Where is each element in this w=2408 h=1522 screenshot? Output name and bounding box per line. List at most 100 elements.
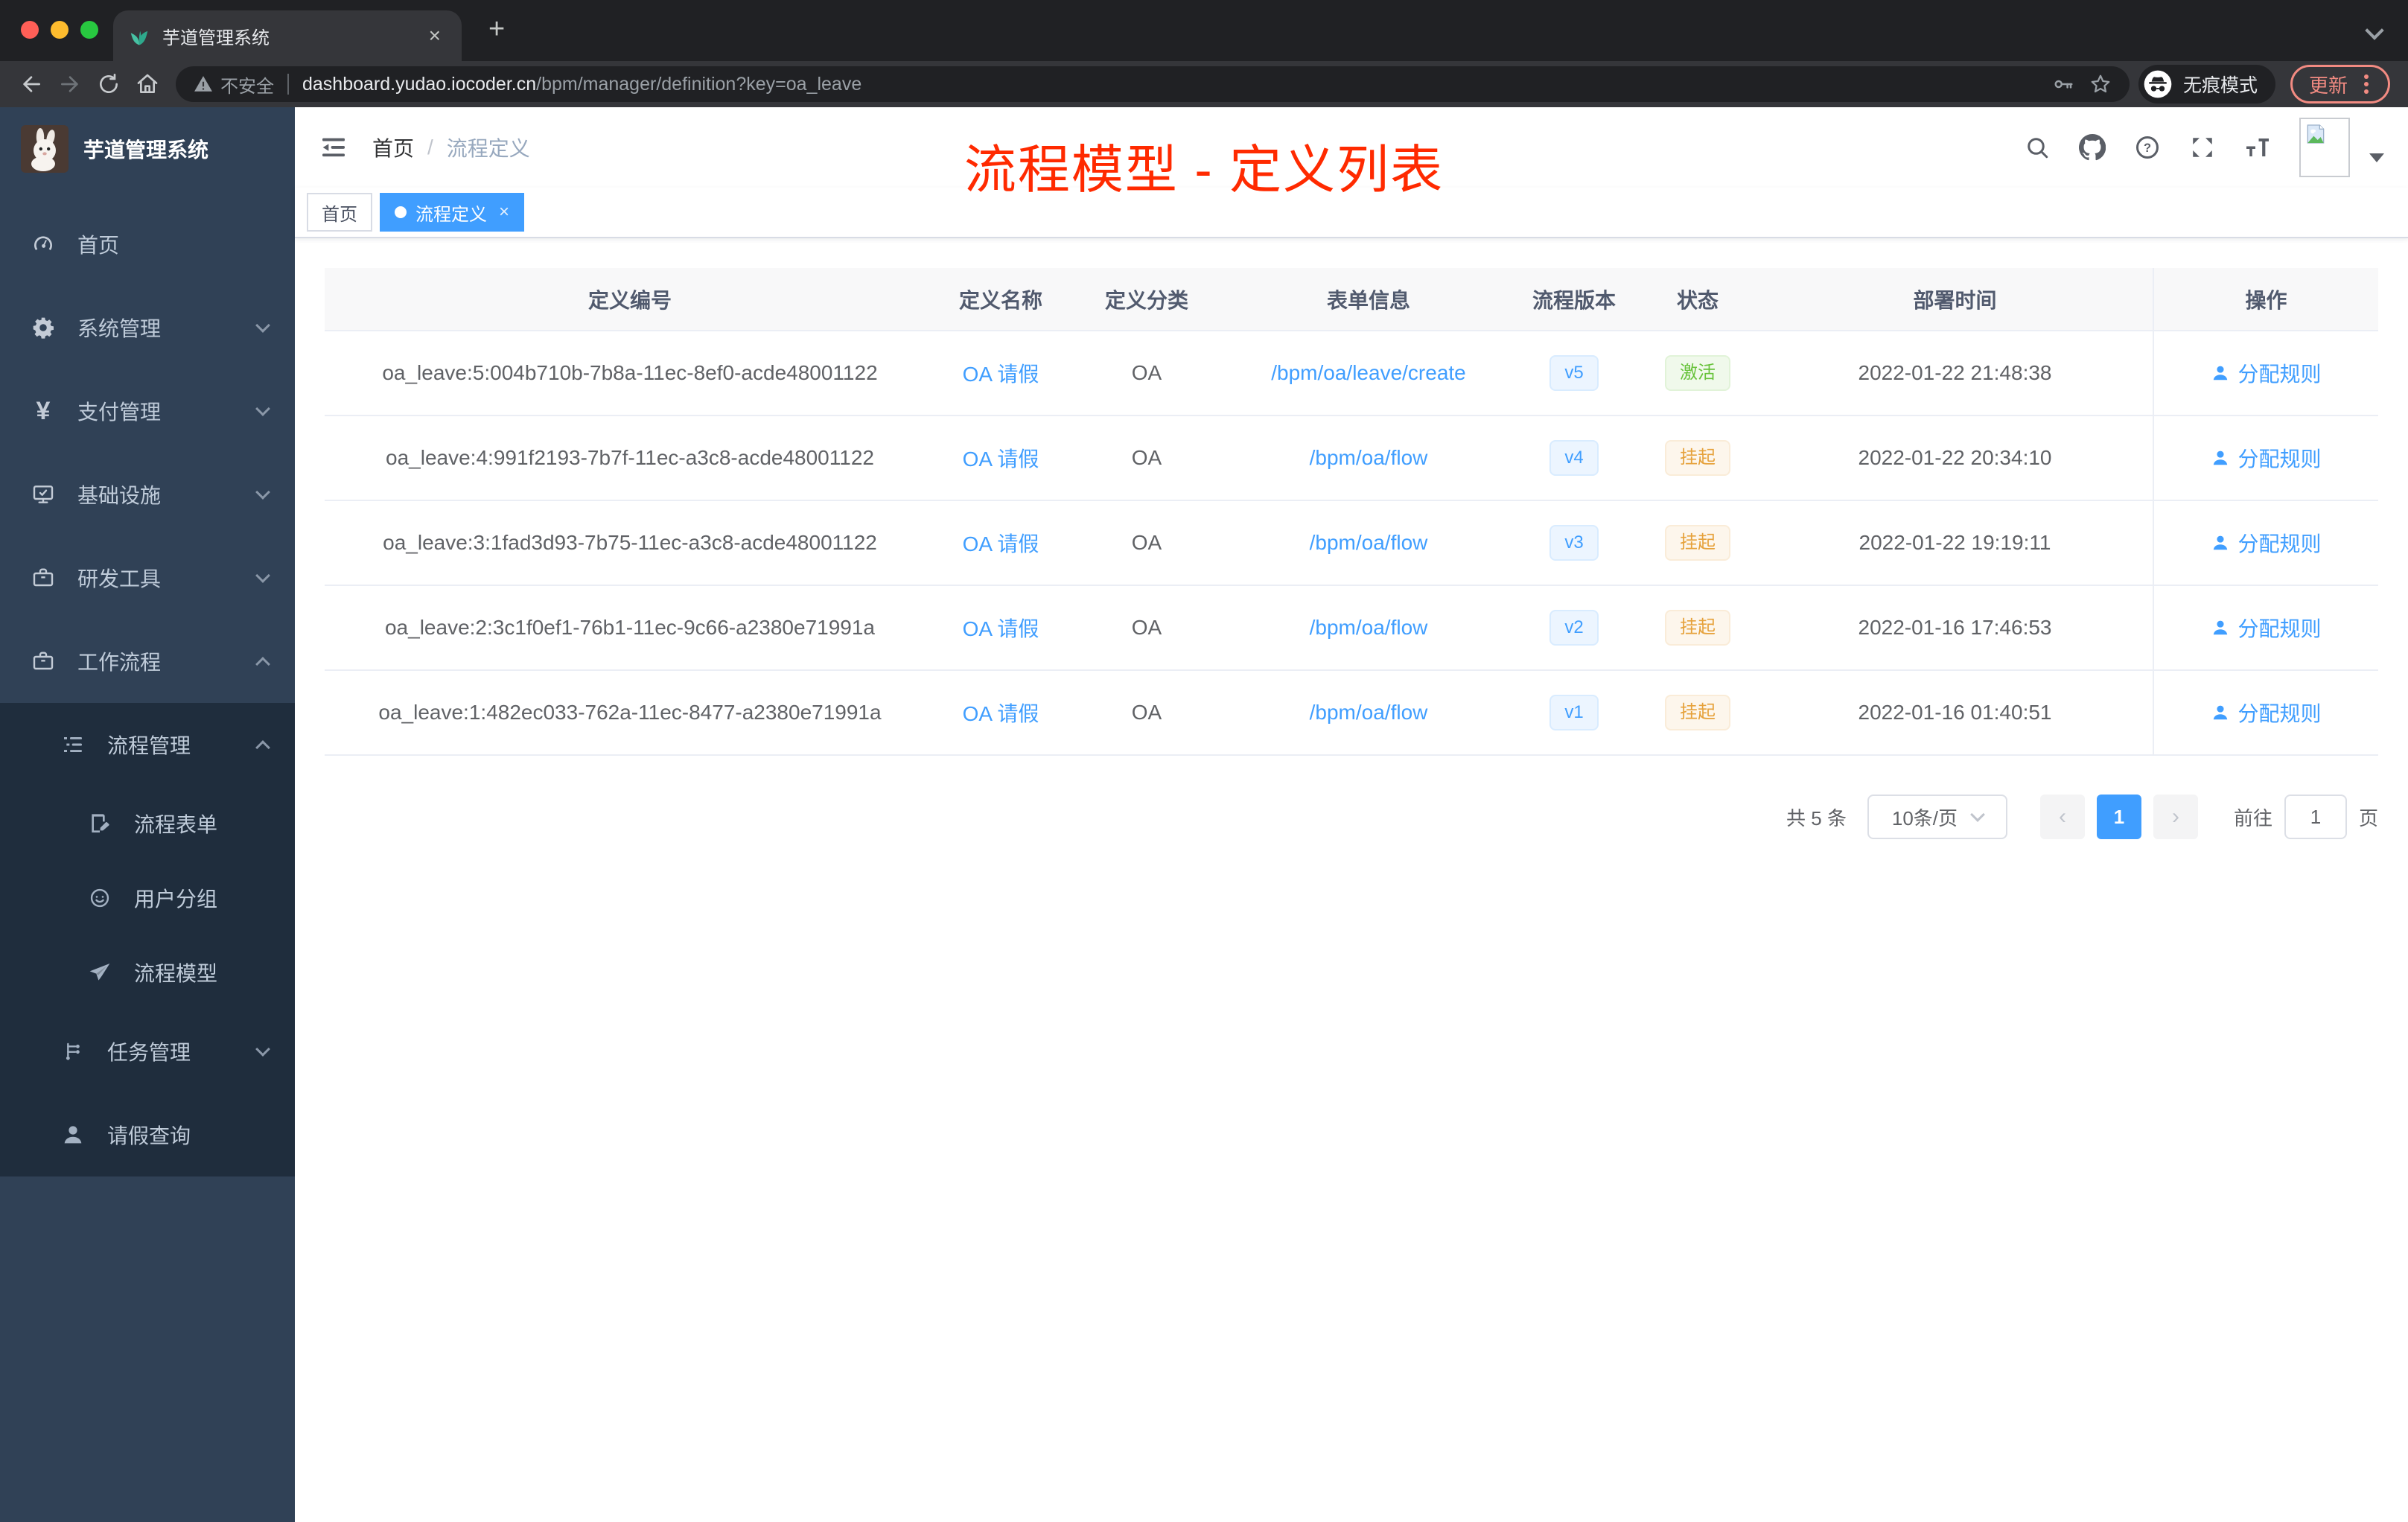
form-link[interactable]: /bpm/oa/flow: [1310, 701, 1428, 724]
password-key-icon[interactable]: [2052, 73, 2074, 95]
active-dot-icon: [395, 206, 407, 218]
update-button[interactable]: 更新: [2290, 65, 2390, 104]
col-name: 定义名称: [935, 268, 1066, 331]
definition-name-link[interactable]: OA 请假: [963, 363, 1039, 386]
font-size-icon[interactable]: [2244, 134, 2271, 161]
version-badge: v2: [1549, 610, 1599, 646]
form-link[interactable]: /bpm/oa/flow: [1310, 616, 1428, 639]
chevron-down-icon: [255, 401, 270, 416]
workflow-submenu: 流程管理 流程表单 用户分组 流程模型 任务管理 请假查询: [0, 703, 295, 1176]
definition-name-link[interactable]: OA 请假: [963, 448, 1039, 471]
avatar-caret-down-icon[interactable]: [2369, 153, 2384, 162]
sidebar: 芋道管理系统 首页 系统管理 ¥ 支付管理 基础设施 研发工具 工作流程 流程管…: [0, 107, 295, 1522]
github-icon[interactable]: [2079, 134, 2106, 161]
assign-rule-link[interactable]: 分配规则: [2211, 528, 2322, 558]
sidebar-item-dev-tools[interactable]: 研发工具: [0, 536, 295, 620]
definition-name-link[interactable]: OA 请假: [963, 532, 1039, 555]
status-badge: 挂起: [1665, 525, 1730, 561]
sidebar-item-process-form[interactable]: 流程表单: [0, 786, 295, 861]
browser-tab[interactable]: 芋道管理系统 ×: [113, 10, 462, 61]
breadcrumb-separator: /: [427, 136, 433, 159]
assign-rule-link[interactable]: 分配规则: [2211, 613, 2322, 643]
sidebar-item-process-model[interactable]: 流程模型: [0, 935, 295, 1010]
reload-icon[interactable]: [89, 65, 128, 104]
zoom-window-button[interactable]: [80, 21, 98, 39]
app-title: 芋道管理系统: [83, 138, 209, 162]
tab-close-icon[interactable]: ×: [423, 22, 447, 49]
search-icon[interactable]: [2024, 134, 2051, 161]
definition-category: OA: [1066, 415, 1227, 501]
tag-close-icon[interactable]: ×: [499, 203, 509, 221]
minimize-window-button[interactable]: [51, 21, 69, 39]
url-text[interactable]: dashboard.yudao.iocoder.cn/bpm/manager/d…: [302, 74, 2037, 95]
pagination-total: 共 5 条: [1786, 806, 1847, 830]
page-size-select[interactable]: 10条/页: [1867, 795, 2007, 839]
page-unit-label: 页: [2358, 806, 2378, 830]
user-icon: [60, 1121, 86, 1148]
goto-page-input[interactable]: [2284, 795, 2347, 839]
sidebar-item-home[interactable]: 首页: [0, 203, 295, 286]
security-label[interactable]: 不安全: [220, 71, 274, 98]
sidebar-item-system[interactable]: 系统管理: [0, 286, 295, 369]
app-navbar: 首页 / 流程定义 ?: [295, 107, 2408, 188]
sidebar-item-task-management[interactable]: 任务管理: [0, 1010, 295, 1093]
favicon-plant-icon: [130, 31, 148, 45]
prev-page-button[interactable]: ‹: [2039, 795, 2085, 839]
sidebar-item-infrastructure[interactable]: 基础设施: [0, 453, 295, 536]
assign-rule-link[interactable]: 分配规则: [2211, 443, 2322, 473]
browser-toolbar: 不安全 dashboard.yudao.iocoder.cn/bpm/manag…: [0, 61, 2408, 107]
definition-category: OA: [1066, 500, 1227, 586]
bookmark-star-icon[interactable]: [2089, 73, 2112, 95]
user-icon: [2214, 705, 2228, 720]
form-link[interactable]: /bpm/oa/flow: [1310, 531, 1428, 554]
next-page-button[interactable]: ›: [2153, 795, 2198, 839]
home-icon[interactable]: [128, 65, 167, 104]
sidebar-item-user-group[interactable]: 用户分组: [0, 861, 295, 935]
table-row: oa_leave:2:3c1f0ef1-76b1-11ec-9c66-a2380…: [325, 585, 2378, 671]
tab-search-chevron-icon[interactable]: [2365, 21, 2384, 40]
close-window-button[interactable]: [21, 21, 39, 39]
assign-rule-link[interactable]: 分配规则: [2211, 698, 2322, 727]
breadcrumb-current: 流程定义: [446, 137, 530, 160]
sidebar-logo[interactable]: 芋道管理系统: [0, 107, 295, 191]
definition-name-link[interactable]: OA 请假: [963, 617, 1039, 640]
user-icon: [2214, 620, 2228, 635]
avatar-broken-image[interactable]: [2299, 118, 2350, 177]
definition-name-link[interactable]: OA 请假: [963, 702, 1039, 725]
tag-process-definition[interactable]: 流程定义 ×: [380, 193, 525, 232]
breadcrumb-home[interactable]: 首页: [372, 133, 414, 162]
definition-id: oa_leave:2:3c1f0ef1-76b1-11ec-9c66-a2380…: [325, 585, 935, 671]
browser-chrome: 芋道管理系统 × + 不安全 dashboard.yudao.iocoder.c…: [0, 0, 2408, 107]
assign-rule-link[interactable]: 分配规则: [2211, 358, 2322, 388]
table-row: oa_leave:5:004b710b-7b8a-11ec-8ef0-acde4…: [325, 331, 2378, 416]
table-row: oa_leave:3:1fad3d93-7b75-11ec-a3c8-acde4…: [325, 500, 2378, 586]
status-badge: 挂起: [1665, 610, 1730, 646]
page-1-button[interactable]: 1: [2096, 795, 2141, 839]
back-icon[interactable]: [12, 65, 51, 104]
goto-page: 前往 页: [2234, 795, 2378, 839]
fullscreen-icon[interactable]: [2189, 134, 2216, 161]
url-domain: dashboard.yudao.iocoder.cn: [302, 73, 537, 95]
help-icon[interactable]: ?: [2134, 134, 2161, 161]
sidebar-item-payment[interactable]: ¥ 支付管理: [0, 369, 295, 453]
window-controls[interactable]: [21, 21, 98, 39]
tag-home[interactable]: 首页: [307, 193, 372, 232]
incognito-icon: [2144, 70, 2172, 98]
form-link[interactable]: /bpm/oa/leave/create: [1271, 361, 1466, 384]
col-deployed: 部署时间: [1757, 268, 2153, 331]
version-badge: v5: [1549, 355, 1599, 391]
browser-menu-dots-icon[interactable]: [2364, 82, 2369, 86]
forward-icon[interactable]: [51, 65, 89, 104]
form-link[interactable]: /bpm/oa/flow: [1310, 446, 1428, 469]
incognito-label: 无痕模式: [2182, 75, 2258, 96]
status-badge: 激活: [1665, 355, 1730, 391]
deployed-time: 2022-01-22 19:19:11: [1757, 500, 2153, 586]
address-bar[interactable]: 不安全 dashboard.yudao.iocoder.cn/bpm/manag…: [176, 66, 2130, 102]
new-tab-button[interactable]: +: [480, 13, 514, 45]
navbar-actions: ?: [2024, 118, 2384, 177]
sidebar-item-process-management[interactable]: 流程管理: [0, 703, 295, 786]
sidebar-item-leave-query[interactable]: 请假查询: [0, 1093, 295, 1176]
sidebar-item-label: 任务管理: [107, 1041, 191, 1064]
sidebar-item-workflow[interactable]: 工作流程: [0, 620, 295, 703]
sidebar-collapse-icon[interactable]: [319, 133, 348, 162]
